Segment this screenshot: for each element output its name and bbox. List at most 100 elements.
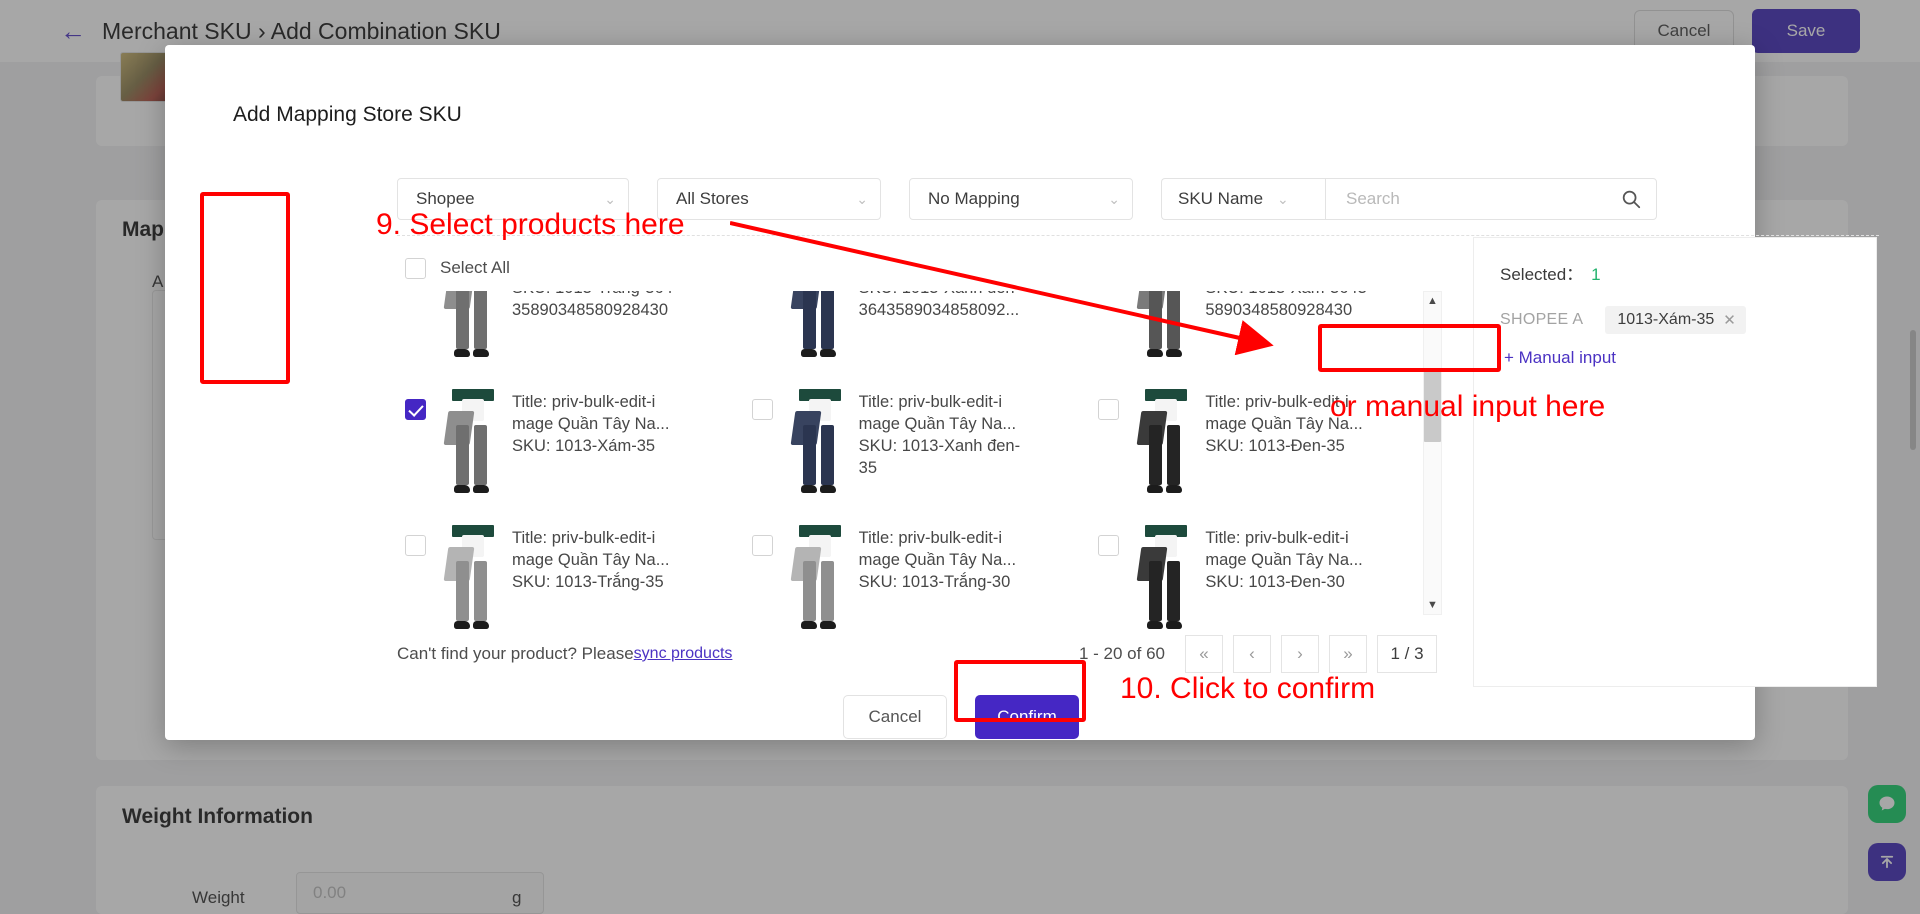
search-box[interactable] <box>1325 178 1657 220</box>
product-title-line-1: Title: priv-bulk-edit-i <box>858 393 1002 411</box>
product-list-area: Select All mage Quần Tây Na...SKU: 1013-… <box>397 243 1437 643</box>
product-title-line-1: Title: priv-bulk-edit-i <box>512 393 656 411</box>
mapping-status-value: No Mapping <box>928 189 1020 208</box>
product-list-scrollbar[interactable]: ▲ ▼ <box>1423 291 1442 615</box>
last-page-button[interactable]: » <box>1329 635 1367 673</box>
selected-sku-tag[interactable]: 1013-Xám-35 ✕ <box>1605 306 1746 334</box>
next-page-button[interactable]: › <box>1281 635 1319 673</box>
mapping-status-select[interactable]: No Mapping ⌄ <box>909 178 1133 220</box>
product-item[interactable]: Title: priv-bulk-edit-i mage Quần Tây Na.… <box>744 511 1091 631</box>
product-item[interactable]: mage Quần Tây Na...SKU: 1013-Xám-3643589… <box>1090 291 1437 375</box>
product-text: Title: priv-bulk-edit-i mage Quần Tây Na.… <box>512 385 669 457</box>
product-item[interactable]: mage Quần Tây Na...SKU: 1013-Xanh đen-36… <box>744 291 1091 375</box>
chevron-down-icon: ⌄ <box>1108 190 1120 207</box>
product-grid: mage Quần Tây Na... SKU: 1013-Trắng-364 35… <box>397 291 1437 631</box>
product-image <box>442 385 498 497</box>
selected-store-row: SHOPEE A 1013-Xám-35 ✕ <box>1500 306 1746 334</box>
product-title-line-1: Title: priv-bulk-edit-i <box>512 529 656 547</box>
list-footer: Can't find your product? Please sync pro… <box>397 635 1437 673</box>
selected-count: 1 <box>1591 265 1601 284</box>
product-image-legs <box>1136 407 1185 493</box>
cant-find-label: Can't find your product? Please <box>397 644 634 663</box>
product-title-line-2: mage Quần Tây Na... <box>1205 551 1363 569</box>
chevron-down-icon: ⌄ <box>604 190 616 207</box>
select-all-row[interactable]: Select All <box>397 243 1437 293</box>
product-checkbox[interactable] <box>405 535 426 556</box>
close-icon[interactable]: ✕ <box>1723 311 1736 329</box>
product-sku-overflow: 3643589034858092... <box>858 301 1020 319</box>
product-item[interactable]: mage Quần Tây Na...SKU: 1013-Trắng-36435… <box>397 291 744 375</box>
product-sku: SKU: 1013-Xám-3643 <box>1205 291 1366 299</box>
pagination-range: 1 - 20 of 60 <box>1078 644 1165 663</box>
chevron-down-icon: ⌄ <box>1277 190 1289 207</box>
product-text: Title: priv-bulk-edit-i mage Quần Tây Na.… <box>859 385 1020 479</box>
product-sku: SKU: 1013-Trắng-30 <box>858 573 1011 591</box>
select-all-checkbox[interactable] <box>405 257 426 279</box>
pagination: 1 - 20 of 60 « ‹ › » 1 / 3 <box>1079 635 1437 673</box>
product-item[interactable]: Title: priv-bulk-edit-i mage Quần Tây Na.… <box>1090 511 1437 631</box>
product-text: Title: priv-bulk-edit-i mage Quần Tây Na.… <box>1205 521 1362 593</box>
product-sku: SKU: 1013-Trắng-35 <box>512 573 664 591</box>
product-sku-overflow: 5890348580928430 <box>1205 301 1353 319</box>
product-image-legs <box>790 291 839 357</box>
product-title-line-1: Title: priv-bulk-edit-i <box>858 529 1002 547</box>
platform-select-value: Shopee <box>416 189 475 208</box>
first-page-button[interactable]: « <box>1185 635 1223 673</box>
selected-count-row: Selected： 1 <box>1500 260 1601 285</box>
dialog-title: Add Mapping Store SKU <box>233 103 462 126</box>
product-checkbox[interactable] <box>405 399 426 420</box>
product-checkbox[interactable] <box>1098 535 1120 556</box>
product-sku: SKU: 1013-Đen-35 <box>1205 437 1345 455</box>
product-title-line-2: mage Quần Tây Na... <box>512 551 670 569</box>
product-image-legs <box>443 407 492 493</box>
product-image <box>788 291 845 361</box>
manual-input-button[interactable]: + Manual input <box>1504 348 1616 368</box>
product-sku-overflow: 35890348580928430 <box>512 301 669 319</box>
product-image-legs <box>443 543 492 629</box>
product-sku-overflow: 35 <box>858 459 878 477</box>
product-image <box>788 521 845 631</box>
product-text: Title: priv-bulk-edit-i mage Quần Tây Na.… <box>859 521 1016 593</box>
search-field-select[interactable]: SKU Name ⌄ <box>1161 178 1325 220</box>
product-image <box>1135 385 1192 497</box>
product-text: mage Quần Tây Na...SKU: 1013-Xám-3643589… <box>1205 291 1366 321</box>
product-item[interactable]: Title: priv-bulk-edit-i mage Quần Tây Na.… <box>397 375 744 511</box>
product-text: mage Quần Tây Na...SKU: 1013-Trắng-36435… <box>512 291 673 321</box>
product-sku: SKU: 1013-Xanh đen- <box>858 437 1021 455</box>
search-input[interactable] <box>1344 188 1620 210</box>
cancel-button[interactable]: Cancel <box>843 695 947 739</box>
product-text: Title: priv-bulk-edit-i mage Quần Tây Na.… <box>512 521 669 593</box>
product-sku: SKU: 1013-Trắng-364 <box>512 291 673 299</box>
prev-page-button[interactable]: ‹ <box>1233 635 1271 673</box>
product-image-legs <box>790 407 839 493</box>
product-item[interactable]: Title: priv-bulk-edit-i mage Quần Tây Na.… <box>397 511 744 631</box>
annotation-step-9: 9. Select products here <box>376 208 685 241</box>
product-item[interactable]: Title: priv-bulk-edit-i mage Quần Tây Na.… <box>744 375 1091 511</box>
selected-sku-tag-label: 1013-Xám-35 <box>1617 311 1715 328</box>
selected-label: Selected： <box>1500 265 1584 284</box>
product-image <box>442 291 498 361</box>
product-image-legs <box>790 543 839 629</box>
selected-panel: Selected： 1 SHOPEE A 1013-Xám-35 ✕ + Manu… <box>1473 237 1877 687</box>
scrollbar-up-icon[interactable]: ▲ <box>1424 292 1441 310</box>
product-grid-scroll[interactable]: mage Quần Tây Na... SKU: 1013-Trắng-364 35… <box>397 291 1437 631</box>
product-checkbox[interactable] <box>751 535 773 556</box>
scrollbar-down-icon[interactable]: ▼ <box>1424 596 1441 614</box>
product-checkbox[interactable] <box>1098 399 1120 420</box>
store-select[interactable]: All Stores ⌄ <box>657 178 881 220</box>
sync-products-link[interactable]: sync products <box>634 645 733 663</box>
product-image-legs <box>1136 543 1185 629</box>
search-group: SKU Name ⌄ <box>1161 178 1657 220</box>
confirm-button[interactable]: Confirm <box>975 695 1079 739</box>
product-checkbox[interactable] <box>751 399 773 420</box>
chevron-down-icon: ⌄ <box>856 190 868 207</box>
search-icon[interactable] <box>1620 188 1642 210</box>
page-indicator[interactable]: 1 / 3 <box>1377 635 1437 673</box>
product-image <box>442 521 498 631</box>
product-sku: SKU: 1013-Xanh đen- <box>859 291 1020 299</box>
product-image-legs <box>1136 291 1185 357</box>
product-image-legs <box>443 291 492 357</box>
store-select-value: All Stores <box>676 189 749 208</box>
product-sku: SKU: 1013-Xám-35 <box>512 437 656 455</box>
product-image <box>1135 291 1192 361</box>
